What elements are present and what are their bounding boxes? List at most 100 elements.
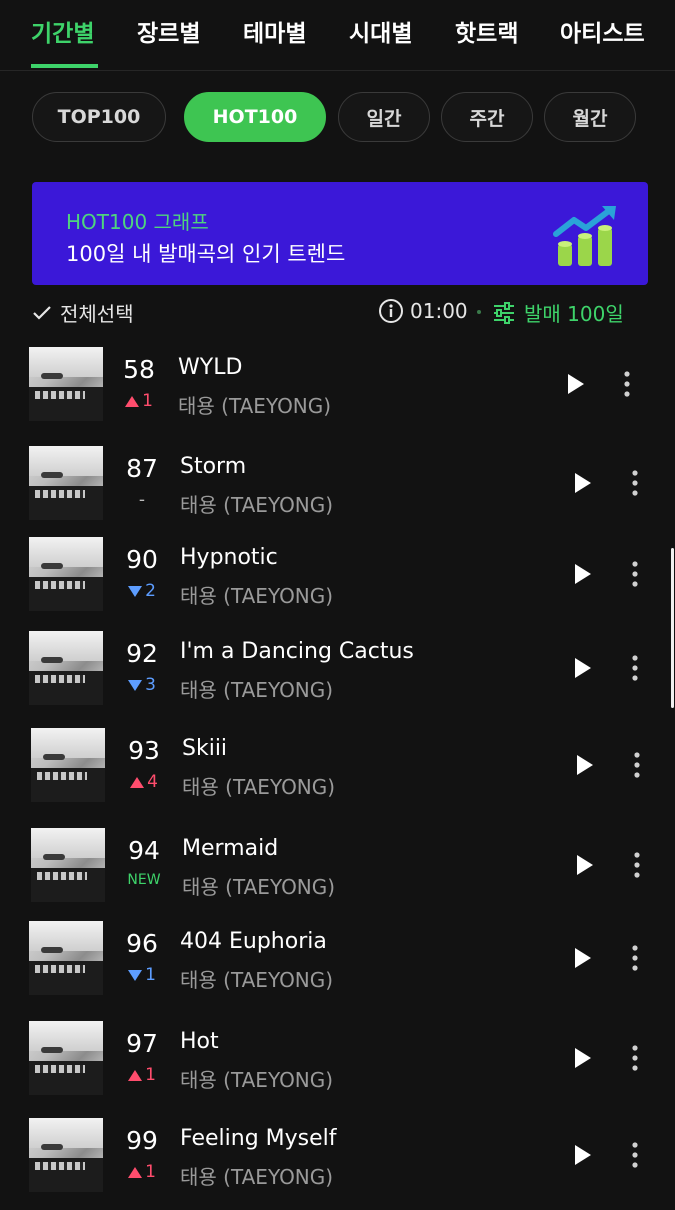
track-artist[interactable]: 태용 (TAEYONG) — [180, 674, 333, 703]
tab-genre[interactable]: 장르별 — [137, 14, 200, 48]
album-art[interactable] — [29, 631, 103, 705]
track-artist[interactable]: 태용 (TAEYONG) — [180, 580, 333, 609]
track-artist[interactable]: 태용 (TAEYONG) — [182, 871, 335, 900]
track-title[interactable]: Storm — [180, 454, 246, 479]
track-row[interactable]: 90 2 Hypnotic 태용 (TAEYONG) — [0, 537, 675, 629]
rank-up-icon — [128, 1166, 143, 1178]
play-button[interactable] — [568, 1140, 598, 1170]
album-art[interactable] — [29, 347, 103, 421]
more-vertical-icon — [632, 655, 638, 681]
sliders-icon — [494, 301, 514, 324]
track-title[interactable]: Hot — [180, 1029, 219, 1054]
play-button[interactable] — [570, 850, 600, 880]
track-artist[interactable]: 태용 (TAEYONG) — [180, 1161, 333, 1190]
play-icon — [575, 564, 591, 584]
rank-change: 1 — [120, 965, 164, 985]
more-options-button[interactable] — [617, 369, 637, 399]
track-title[interactable]: Feeling Myself — [180, 1126, 337, 1151]
more-options-button[interactable] — [627, 750, 647, 780]
rank-down-icon — [128, 585, 143, 597]
track-row[interactable]: 96 1 404 Euphoria 태용 (TAEYONG) — [0, 921, 675, 1013]
more-vertical-icon — [634, 852, 640, 878]
more-options-button[interactable] — [625, 468, 645, 498]
tab-artist[interactable]: 아티스트 — [560, 14, 645, 48]
track-row[interactable]: 93 4 Skiii 태용 (TAEYONG) — [0, 728, 675, 820]
play-button[interactable] — [568, 1043, 598, 1073]
update-time[interactable]: 01:00 — [378, 298, 468, 324]
rank-number: 97 — [126, 1029, 158, 1058]
track-artist[interactable]: 태용 (TAEYONG) — [180, 964, 333, 993]
filter-button[interactable]: 발매 100일 — [492, 298, 624, 327]
track-title[interactable]: WYLD — [178, 355, 242, 380]
track-artist[interactable]: 태용 (TAEYONG) — [178, 390, 331, 419]
play-button[interactable] — [568, 943, 598, 973]
select-all-button[interactable]: 전체선택 — [32, 298, 134, 327]
more-vertical-icon — [632, 945, 638, 971]
rank-change: - — [120, 490, 164, 510]
play-icon — [575, 658, 591, 678]
rank-change: 1 — [120, 1162, 164, 1182]
track-title[interactable]: 404 Euphoria — [180, 929, 327, 954]
tab-era[interactable]: 시대별 — [349, 14, 412, 48]
tab-hot-track[interactable]: 핫트랙 — [455, 14, 518, 48]
separator-dot — [477, 310, 481, 314]
album-art[interactable] — [31, 728, 105, 802]
info-icon — [379, 299, 403, 323]
more-options-button[interactable] — [625, 943, 645, 973]
play-icon — [575, 948, 591, 968]
play-button[interactable] — [568, 653, 598, 683]
update-time-label: 01:00 — [410, 299, 468, 323]
more-options-button[interactable] — [627, 850, 647, 880]
rank-down-icon — [128, 679, 143, 691]
chip-top100[interactable]: TOP100 — [32, 92, 166, 142]
track-row[interactable]: 58 1 WYLD 태용 (TAEYONG) — [0, 347, 675, 439]
play-icon — [575, 1048, 591, 1068]
play-button[interactable] — [568, 468, 598, 498]
tab-period[interactable]: 기간별 — [31, 14, 94, 48]
more-vertical-icon — [632, 1045, 638, 1071]
rank-change: 2 — [120, 581, 164, 601]
banner-title: HOT100 그래프 — [66, 210, 209, 234]
tab-theme[interactable]: 테마별 — [243, 14, 306, 48]
rank-change-value: 4 — [147, 772, 158, 792]
track-title[interactable]: Skiii — [182, 736, 227, 761]
check-icon — [33, 305, 51, 320]
play-button[interactable] — [568, 559, 598, 589]
album-art[interactable] — [29, 537, 103, 611]
play-icon — [575, 473, 591, 493]
track-title[interactable]: Hypnotic — [180, 545, 278, 570]
rank-number: 94 — [128, 836, 160, 865]
scrollbar[interactable] — [671, 548, 674, 708]
chip-weekly[interactable]: 주간 — [441, 92, 533, 142]
play-button[interactable] — [570, 750, 600, 780]
rank-down-icon — [128, 969, 143, 981]
album-art[interactable] — [29, 446, 103, 520]
rank-number: 87 — [126, 454, 158, 483]
chip-hot100[interactable]: HOT100 — [184, 92, 326, 142]
album-art[interactable] — [29, 921, 103, 995]
track-row[interactable]: 99 1 Feeling Myself 태용 (TAEYONG) — [0, 1118, 675, 1210]
rank-change: 4 — [122, 772, 166, 792]
chip-daily[interactable]: 일간 — [338, 92, 430, 142]
track-row[interactable]: 87 - Storm 태용 (TAEYONG) — [0, 446, 675, 538]
album-art[interactable] — [29, 1118, 103, 1192]
hot100-graph-banner[interactable]: HOT100 그래프 100일 내 발매곡의 인기 트렌드 — [32, 182, 648, 285]
play-button[interactable] — [561, 369, 591, 399]
track-artist[interactable]: 태용 (TAEYONG) — [180, 1064, 333, 1093]
track-artist[interactable]: 태용 (TAEYONG) — [182, 771, 335, 800]
album-art[interactable] — [31, 828, 105, 902]
track-row[interactable]: 97 1 Hot 태용 (TAEYONG) — [0, 1021, 675, 1113]
track-artist[interactable]: 태용 (TAEYONG) — [180, 489, 333, 518]
track-title[interactable]: Mermaid — [182, 836, 278, 861]
album-art[interactable] — [29, 1021, 103, 1095]
rank-change-value: 1 — [145, 1065, 156, 1085]
rank-change: NEW — [122, 872, 166, 888]
more-options-button[interactable] — [625, 559, 645, 589]
track-title[interactable]: I'm a Dancing Cactus — [180, 639, 414, 664]
more-options-button[interactable] — [625, 1043, 645, 1073]
track-row[interactable]: 94 NEW Mermaid 태용 (TAEYONG) — [0, 828, 675, 920]
more-options-button[interactable] — [625, 653, 645, 683]
more-options-button[interactable] — [625, 1140, 645, 1170]
chip-monthly[interactable]: 월간 — [544, 92, 636, 142]
track-row[interactable]: 92 3 I'm a Dancing Cactus 태용 (TAEYONG) — [0, 631, 675, 723]
